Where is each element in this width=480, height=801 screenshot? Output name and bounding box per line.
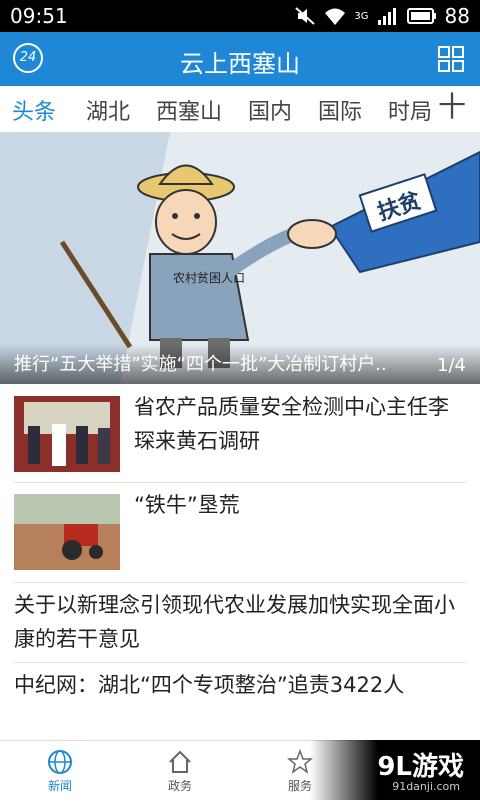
clock: 09:51 — [10, 4, 68, 28]
tab-international[interactable]: 国际 — [318, 94, 362, 126]
list-item[interactable]: 关于以新理念引领现代农业发展加快实现全面小康的若干意见 — [14, 582, 466, 663]
news-list: 省农产品质量安全检测中心主任李琛来黄石调研 “铁牛”垦荒 关于以新理念引领现代农… — [0, 384, 480, 740]
news-title: “铁牛”垦荒 — [134, 493, 240, 517]
nav-news[interactable]: 新闻 — [20, 749, 100, 794]
app-title: 云上西塞山 — [180, 50, 300, 78]
news-title: 省农产品质量安全检测中心主任李琛来黄石调研 — [134, 395, 449, 453]
list-item[interactable]: 中纪网：湖北“四个专项整治”追责3422人 — [14, 662, 466, 718]
signal-icon — [377, 8, 396, 25]
app-bar: 24 云上西塞山 — [0, 32, 480, 86]
wifi-icon — [325, 8, 346, 25]
add-tab-button[interactable]: 十 — [431, 92, 466, 122]
home-icon — [169, 750, 191, 773]
nav-news-label: 新闻 — [47, 779, 72, 793]
tab-xisaishan[interactable]: 西塞山 — [156, 94, 222, 126]
watermark-url: 91danji.com — [392, 780, 460, 793]
tab-hubei[interactable]: 湖北 — [86, 94, 130, 126]
hero-caption-bar: 推行“五大举措”实施“四个一批”大冶制订村户.. 1/4 — [0, 344, 480, 384]
news-thumbnail — [14, 396, 120, 472]
carousel-pager: 1/4 — [437, 355, 466, 376]
watermark: 9L游戏 91danji.com — [310, 740, 480, 800]
network-type: 3G — [354, 10, 369, 22]
grid-menu-icon[interactable] — [438, 46, 464, 72]
news-title: 关于以新理念引领现代农业发展加快实现全面小康的若干意见 — [14, 593, 455, 651]
category-tabs: 头条 湖北 西塞山 国内 国际 时局 十 — [0, 86, 480, 132]
status-bar: 09:51 3G 88 — [0, 0, 480, 32]
nav-government-label: 政务 — [167, 779, 192, 793]
tab-current-affairs[interactable]: 时局 — [388, 94, 432, 126]
tab-headlines[interactable]: 头条 — [12, 94, 56, 126]
pager-total: 4 — [454, 355, 466, 376]
mute-icon — [295, 7, 316, 25]
tab-domestic[interactable]: 国内 — [248, 94, 292, 126]
list-item[interactable]: 省农产品质量安全检测中心主任李琛来黄石调研 — [14, 384, 466, 483]
list-item[interactable]: “铁牛”垦荒 — [14, 482, 466, 583]
news-thumbnail — [14, 494, 120, 570]
watermark-logo: 9L游戏 — [377, 752, 464, 782]
pager-current: 1 — [437, 355, 449, 376]
nav-government[interactable]: 政务 — [140, 749, 220, 794]
globe-icon — [48, 750, 72, 774]
battery-level: 88 — [444, 4, 470, 28]
status-icons: 3G 88 — [294, 4, 470, 28]
hero-carousel[interactable]: 农村贫困人口 扶贫 推行“五大举措”实施“四个一批”大冶制订村户.. 1/4 — [0, 132, 480, 384]
news-title: 中纪网：湖北“四个专项整治”追责3422人 — [14, 673, 405, 697]
nav-services-label: 服务 — [287, 779, 312, 793]
battery-icon — [406, 8, 436, 24]
hero-caption: 推行“五大举措”实施“四个一批”大冶制订村户.. — [14, 354, 387, 375]
